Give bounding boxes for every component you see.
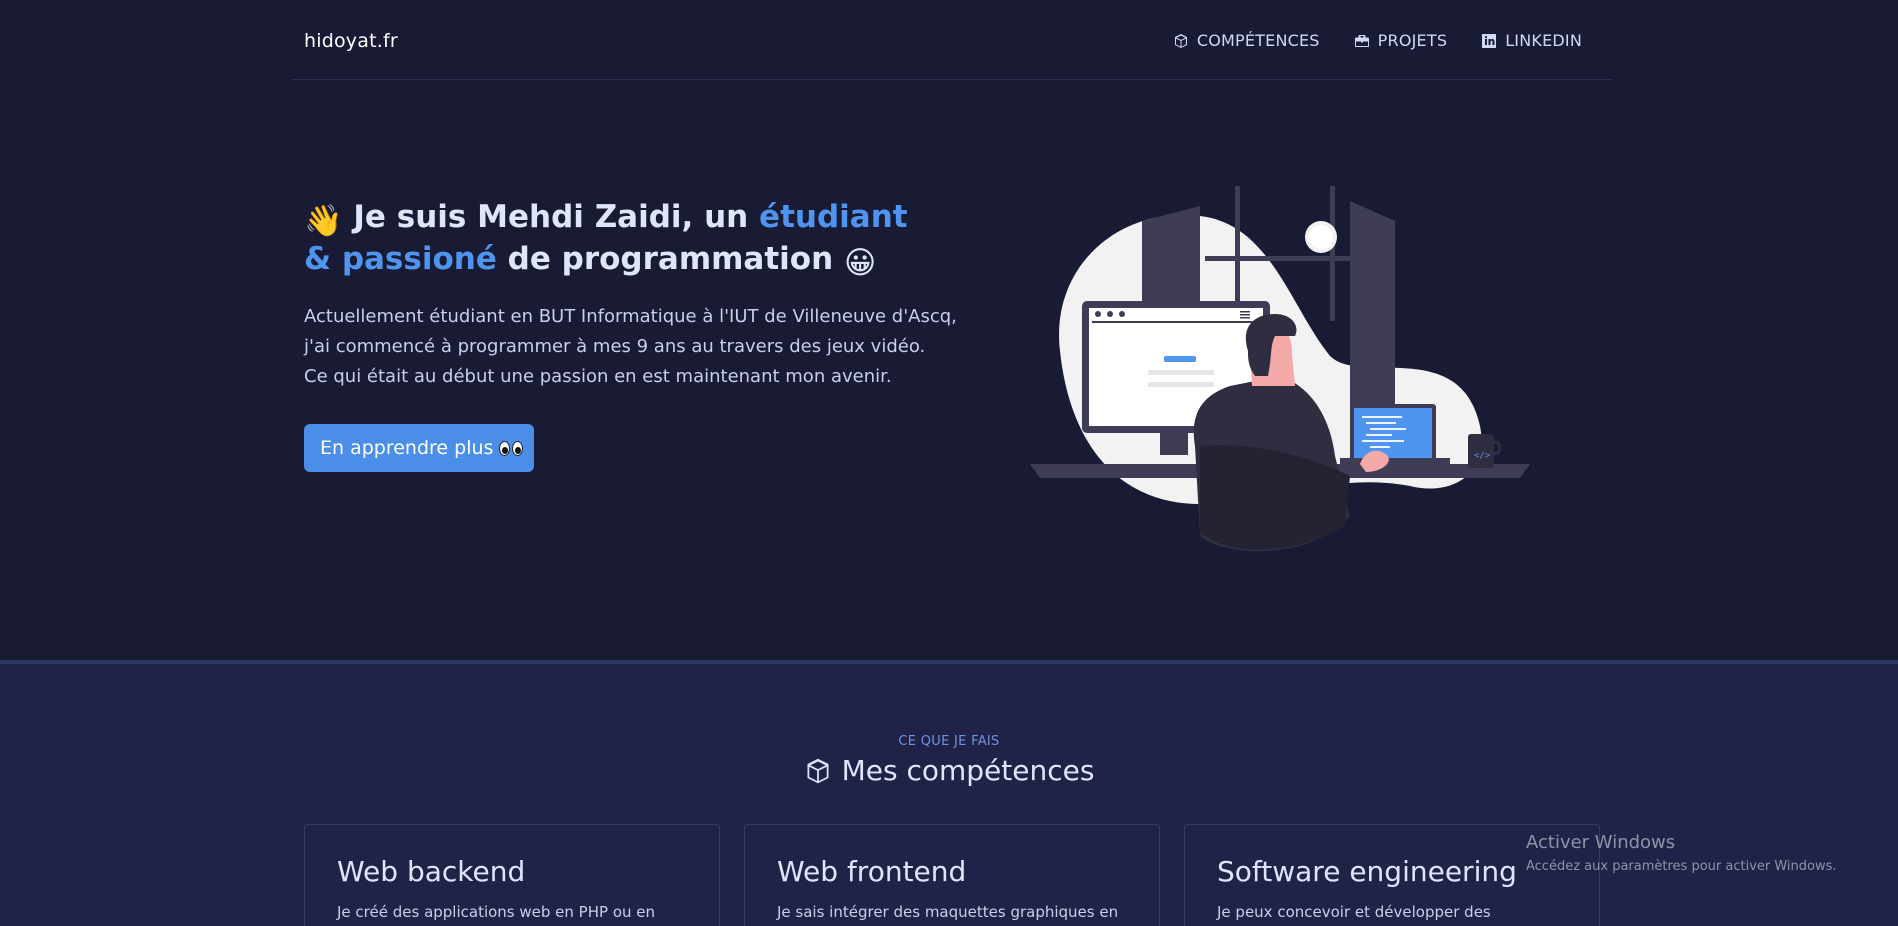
hero-description-line: Ce qui était au début une passion en est… [304,366,892,387]
hero-description-line: Actuellement étudiant en BUT Informatiqu… [304,306,957,327]
eyes-icon [499,440,524,456]
hero-description: Actuellement étudiant en BUT Informatiqu… [304,302,964,392]
skills-eyebrow: CE QUE JE FAIS [898,734,1000,749]
cube-icon [807,758,829,783]
smiling-face-icon: 😀 [843,245,877,281]
hero-title-part2: de programmation [496,241,844,277]
nav-link-label: PROJETS [1377,31,1448,50]
linkedin-icon [1482,33,1497,48]
svg-text:</>: </> [1474,451,1491,461]
skill-card-web-frontend: Web frontend Je sais intégrer des maquet… [744,824,1160,926]
top-navbar: hidoyat.fr COMPÉTENCES PROJETS LINKEDIN [292,0,1612,80]
nav-link-label: LINKEDIN [1505,31,1582,50]
nav-link-linkedin[interactable]: LINKEDIN [1481,31,1582,50]
site-brand[interactable]: hidoyat.fr [304,30,398,52]
hero-title-part1: Je suis Mehdi Zaidi, un [342,199,760,235]
nav-links: COMPÉTENCES PROJETS LINKEDIN [1173,31,1582,50]
learn-more-label: En apprendre plus [320,437,494,459]
skill-card-text: Je créé des applications web en PHP ou e… [337,903,656,921]
activation-title: Activer Windows [1526,832,1676,853]
hero-title: 👋 Je suis Mehdi Zaidi, un étudiant & pas… [304,198,944,282]
skills-title: Mes compétences [0,754,1898,787]
windows-activation-watermark: Activer Windows Accédez aux paramètres p… [1526,832,1837,874]
briefcase-icon [1354,34,1369,47]
nav-link-label: COMPÉTENCES [1196,31,1320,50]
skill-card-title: Web backend [337,855,526,888]
skill-card-text: Je peux concevoir et développer des appl… [1217,903,1491,921]
programmer-illustration: </> [1030,186,1530,552]
cube-icon [1174,33,1187,48]
waving-hand-icon: 👋 [304,203,343,239]
skill-card-title: Web frontend [777,855,967,888]
learn-more-button[interactable]: En apprendre plus [304,424,534,472]
skill-card-text: Je sais intégrer des maquettes graphique… [777,903,1119,921]
activation-subtitle: Accédez aux paramètres pour activer Wind… [1526,859,1837,874]
skills-section: CE QUE JE FAIS Mes compétences Web backe… [0,660,1898,926]
nav-link-projets[interactable]: PROJETS [1354,31,1448,50]
skill-card-web-backend: Web backend Je créé des applications web… [304,824,720,926]
hero-description-line: j'ai commencé à programmer à mes 9 ans a… [304,336,926,357]
skill-card-title: Software engineering [1217,855,1517,888]
nav-link-competences[interactable]: COMPÉTENCES [1173,31,1320,50]
skills-title-text: Mes compétences [841,754,1095,787]
